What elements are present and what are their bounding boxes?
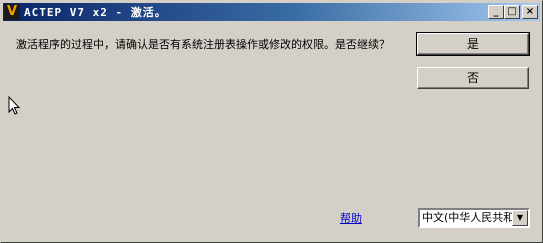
close-button[interactable]: ×	[522, 5, 538, 19]
mouse-cursor-icon	[8, 96, 20, 115]
dialog-message: 激活程序的过程中，请确认是否有系统注册表操作或修改的权限。是否继续？	[16, 38, 390, 51]
title-buttons: _ □ ×	[488, 5, 538, 19]
no-button[interactable]: 否	[417, 67, 529, 89]
maximize-icon: □	[507, 6, 517, 17]
maximize-button[interactable]: □	[504, 5, 520, 19]
minimize-button[interactable]: _	[488, 5, 504, 19]
close-icon: ×	[525, 6, 535, 17]
yes-button[interactable]: 是	[416, 32, 530, 56]
minimize-icon: _	[493, 6, 499, 17]
dropdown-arrow-icon[interactable]: ▼	[512, 210, 528, 226]
title-bar[interactable]: V ACTEP V7 x2 - 激活。 _ □ ×	[3, 3, 540, 21]
app-icon: V	[4, 4, 20, 20]
window-title: ACTEP V7 x2 - 激活。	[24, 6, 167, 19]
language-select[interactable]: 中文(中华人民共和国) ▼	[418, 208, 530, 228]
help-link[interactable]: 帮助	[340, 210, 362, 226]
